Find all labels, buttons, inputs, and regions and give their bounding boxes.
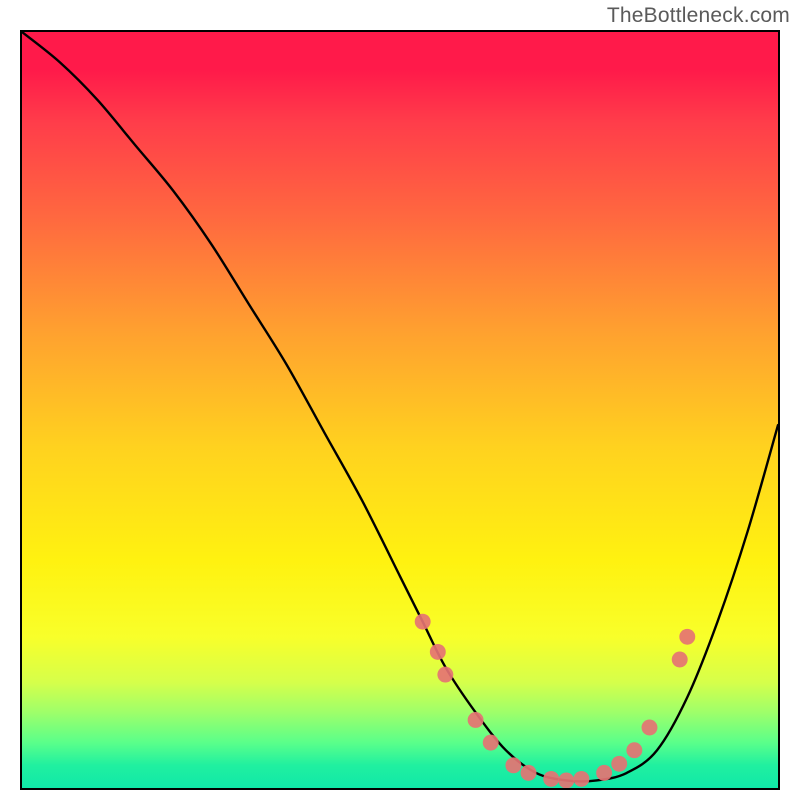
- scatter-point: [611, 756, 627, 772]
- scatter-point: [558, 772, 574, 788]
- scatter-point: [642, 720, 658, 736]
- chart-container: TheBottleneck.com: [0, 0, 800, 800]
- scatter-point: [596, 765, 612, 781]
- scatter-point: [626, 742, 642, 758]
- scatter-point: [437, 667, 453, 683]
- scatter-point: [505, 757, 521, 773]
- chart-svg: [22, 32, 778, 788]
- plot-area: [20, 30, 780, 790]
- scatter-group: [415, 614, 696, 788]
- watermark-text: TheBottleneck.com: [607, 4, 790, 28]
- scatter-point: [468, 712, 484, 728]
- scatter-point: [672, 652, 688, 668]
- scatter-point: [679, 629, 695, 645]
- scatter-point: [415, 614, 431, 630]
- scatter-point: [430, 644, 446, 660]
- scatter-point: [483, 735, 499, 751]
- scatter-point: [573, 771, 589, 787]
- curve-line: [22, 32, 778, 781]
- scatter-point: [543, 771, 559, 787]
- scatter-point: [521, 765, 537, 781]
